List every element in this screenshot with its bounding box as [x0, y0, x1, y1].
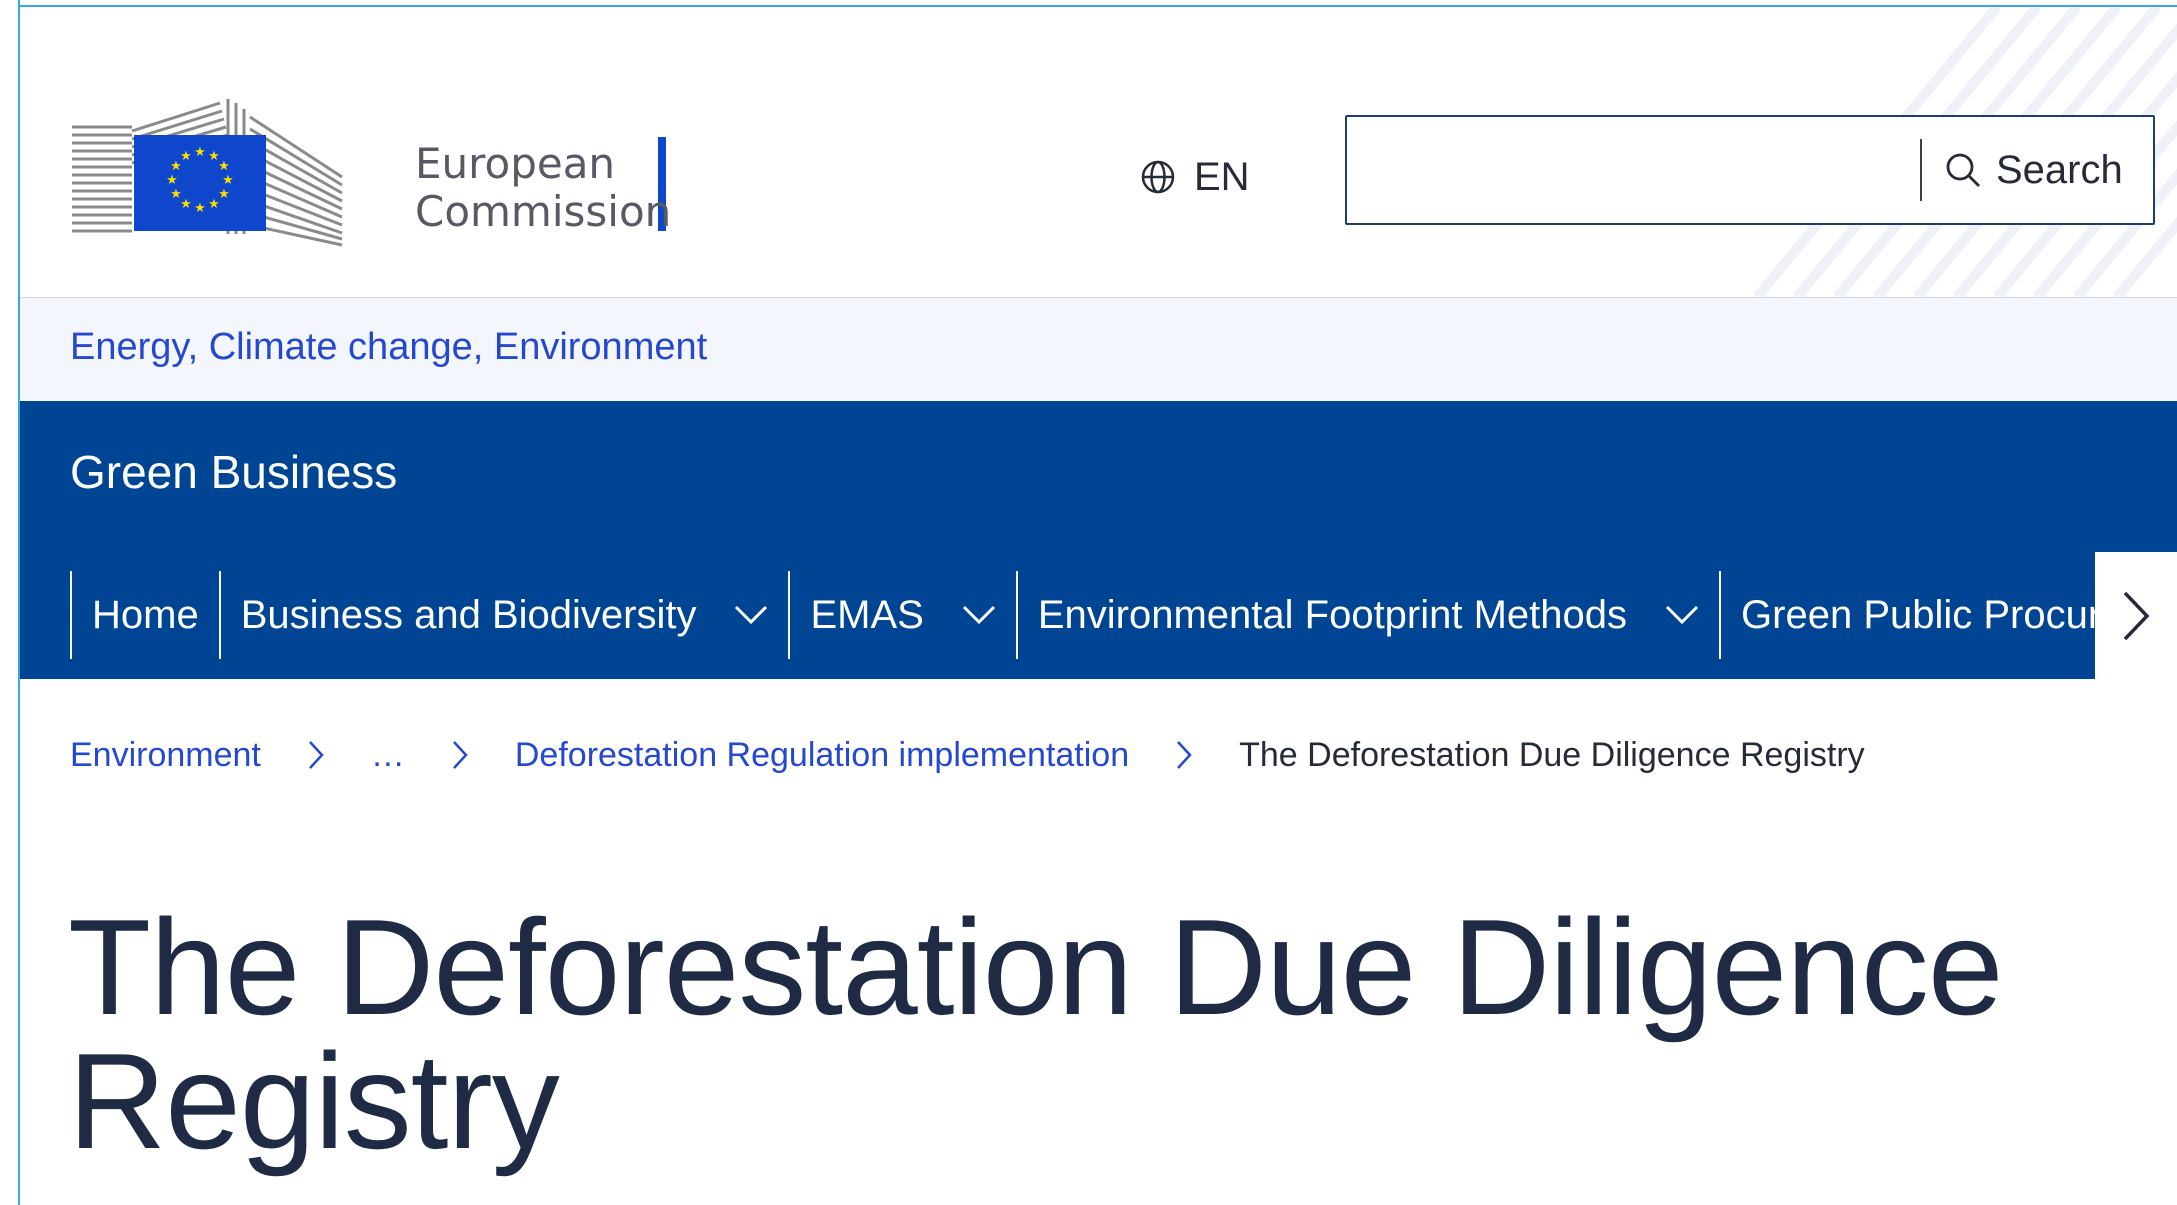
search-button[interactable]: Search [1944, 117, 2123, 223]
menu-item-green-public-procurement[interactable]: Green Public Procurement [1719, 571, 2095, 659]
svg-text:★: ★ [194, 201, 206, 216]
language-switcher[interactable]: EN [1140, 142, 1250, 212]
menu-item-label: Environmental Footprint Methods [1037, 592, 1628, 637]
site-header: ★ ★ ★ ★ ★ ★ ★ ★ ★ ★ ★ ★ European Commission EN [20, 7, 2177, 297]
svg-text:★: ★ [166, 173, 178, 188]
menu-list: Home Business and Biodiversity EMAS Envi… [70, 571, 2095, 659]
svg-text:★: ★ [194, 145, 206, 160]
svg-text:★: ★ [180, 149, 192, 164]
chevron-right-icon [1177, 741, 1192, 769]
svg-text:★: ★ [208, 197, 220, 212]
topic-link[interactable]: Energy, Climate change, Environment [70, 326, 707, 369]
breadcrumb-separator [307, 739, 325, 771]
breadcrumb-ellipsis[interactable]: … [371, 736, 405, 775]
chevron-right-icon [2123, 591, 2150, 640]
breadcrumb-link-environment[interactable]: Environment [70, 736, 261, 775]
breadcrumb: Environment … Deforestation Regulation i… [70, 730, 1865, 780]
site-topic-bar: Energy, Climate change, Environment [20, 297, 2177, 401]
chevron-down-icon[interactable] [1665, 605, 1699, 625]
menu-item-label: EMAS [810, 592, 924, 637]
menu-item-label: Home [92, 592, 199, 637]
globe-icon [1141, 160, 1175, 194]
breadcrumb-link-deforestation-regulation[interactable]: Deforestation Regulation implementation [515, 736, 1129, 775]
chevron-right-icon [308, 741, 324, 769]
breadcrumb-current: The Deforestation Due Diligence Registry [1239, 735, 1865, 774]
menu-item-emas[interactable]: EMAS [788, 571, 1015, 659]
breadcrumb-separator [1175, 739, 1193, 771]
menu-item-environmental-footprint-methods[interactable]: Environmental Footprint Methods [1015, 571, 1719, 659]
svg-text:★: ★ [180, 197, 192, 212]
chevron-down-icon[interactable] [962, 605, 996, 625]
svg-text:★: ★ [218, 187, 230, 202]
search-icon [1946, 153, 1980, 187]
svg-text:★: ★ [218, 159, 230, 174]
page-title: The Deforestation Due Diligence Registry [68, 891, 2004, 1177]
chevron-right-icon [452, 741, 468, 769]
menu-item-business-and-biodiversity[interactable]: Business and Biodiversity [218, 571, 789, 659]
search-form: Search [1345, 115, 2177, 225]
menu-item-label: Business and Biodiversity [240, 592, 697, 637]
menu-item-home[interactable]: Home [70, 571, 219, 659]
logo-text-line2: Commission [415, 187, 672, 236]
svg-text:★: ★ [222, 173, 234, 188]
svg-text:★: ★ [170, 187, 182, 202]
chevron-down-icon[interactable] [734, 605, 768, 625]
menu-item-label: Green Public Procurement [1741, 592, 2095, 637]
european-commission-logo[interactable]: ★ ★ ★ ★ ★ ★ ★ ★ ★ ★ ★ ★ European Commission [70, 59, 672, 249]
search-divider [1920, 139, 1922, 201]
search-button-label: Search [1996, 147, 2123, 192]
logo-text-line1: European [415, 139, 616, 188]
main-navigation: Green Business Home Business and Biodive… [20, 401, 2177, 679]
language-label: EN [1194, 154, 1250, 199]
menu-viewport: Home Business and Biodiversity EMAS Envi… [70, 401, 2095, 679]
breadcrumb-separator [451, 739, 469, 771]
menu-scroll-next-button[interactable] [2095, 552, 2177, 679]
